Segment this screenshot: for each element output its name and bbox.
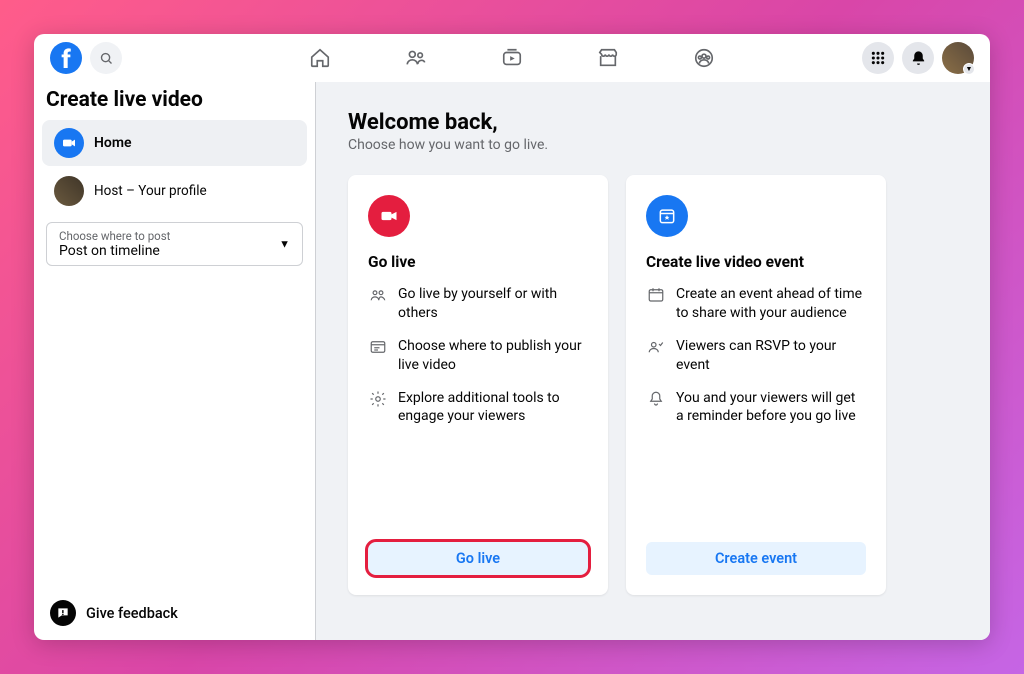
go-live-button[interactable]: Go live	[368, 542, 588, 575]
caret-down-icon: ▼	[279, 238, 290, 251]
app-window: f	[34, 34, 990, 640]
nav-center	[308, 46, 716, 70]
feature-row: Explore additional tools to engage your …	[368, 389, 588, 427]
search-button[interactable]	[90, 42, 122, 74]
facebook-logo[interactable]: f	[50, 42, 82, 74]
nav-groups[interactable]	[692, 46, 716, 70]
body: Create live video Home Host – Your profi…	[34, 82, 990, 640]
option-cards: Go live Go live by yourself or with othe…	[348, 175, 958, 595]
create-event-card-title: Create live video event	[646, 253, 866, 271]
feature-text: Go live by yourself or with others	[398, 285, 588, 323]
post-destination-select[interactable]: Choose where to post Post on timeline ▼	[46, 222, 303, 266]
feature-row: Choose where to publish your live video	[368, 337, 588, 375]
video-icon	[379, 206, 399, 226]
camera-icon	[54, 128, 84, 158]
feedback-label: Give feedback	[86, 605, 178, 622]
host-label: Host – Your profile	[94, 183, 207, 199]
account-avatar[interactable]: ▼	[942, 42, 974, 74]
welcome-title: Welcome back,	[348, 110, 958, 135]
create-event-button[interactable]: Create event	[646, 542, 866, 575]
spacer	[646, 440, 866, 542]
feature-row: You and your viewers will get a reminder…	[646, 389, 866, 427]
create-event-card: Create live video event Create an event …	[626, 175, 886, 595]
menu-button[interactable]	[862, 42, 894, 74]
gear-icon	[368, 390, 388, 427]
sidebar-spacer	[34, 272, 315, 586]
search-icon	[99, 51, 114, 66]
feature-text: You and your viewers will get a reminder…	[676, 389, 866, 427]
sidebar-item-label: Home	[94, 135, 132, 151]
feature-row: Viewers can RSVP to your event	[646, 337, 866, 375]
feature-row: Go live by yourself or with others	[368, 285, 588, 323]
go-live-card: Go live Go live by yourself or with othe…	[348, 175, 608, 595]
watch-icon	[501, 47, 523, 69]
host-avatar	[54, 176, 84, 206]
spacer	[368, 440, 588, 542]
create-event-card-icon	[646, 195, 688, 237]
main-content: Welcome back, Choose how you want to go …	[316, 82, 990, 640]
chevron-down-icon: ▼	[963, 63, 975, 75]
feature-text: Explore additional tools to engage your …	[398, 389, 588, 427]
go-live-card-icon	[368, 195, 410, 237]
nav-home[interactable]	[308, 46, 332, 70]
nav-marketplace[interactable]	[596, 46, 620, 70]
feature-row: Create an event ahead of time to share w…	[646, 285, 866, 323]
bell-icon	[910, 50, 927, 67]
feedback-icon	[50, 600, 76, 626]
give-feedback-button[interactable]: Give feedback	[34, 586, 315, 640]
go-live-card-title: Go live	[368, 253, 588, 271]
friends-icon	[405, 47, 427, 69]
sidebar-item-home[interactable]: Home	[42, 120, 307, 166]
calendar-icon	[646, 286, 666, 323]
calendar-star-icon	[657, 206, 677, 226]
feature-text: Viewers can RSVP to your event	[676, 337, 866, 375]
marketplace-icon	[597, 47, 619, 69]
people-icon	[368, 286, 388, 323]
notifications-button[interactable]	[902, 42, 934, 74]
feature-text: Create an event ahead of time to share w…	[676, 285, 866, 323]
groups-icon	[693, 47, 715, 69]
sidebar: Create live video Home Host – Your profi…	[34, 82, 316, 640]
host-row[interactable]: Host – Your profile	[34, 166, 315, 216]
top-bar: f	[34, 34, 990, 82]
welcome-subtitle: Choose how you want to go live.	[348, 137, 958, 153]
post-select-value: Post on timeline	[59, 243, 290, 259]
nav-watch[interactable]	[500, 46, 524, 70]
grid-icon	[870, 50, 886, 66]
topbar-right: ▼	[862, 42, 974, 74]
feature-text: Choose where to publish your live video	[398, 337, 588, 375]
nav-friends[interactable]	[404, 46, 428, 70]
sidebar-title: Create live video	[34, 88, 315, 120]
publish-icon	[368, 338, 388, 375]
bell-outline-icon	[646, 390, 666, 427]
rsvp-icon	[646, 338, 666, 375]
post-select-label: Choose where to post	[59, 229, 290, 243]
home-icon	[309, 47, 331, 69]
